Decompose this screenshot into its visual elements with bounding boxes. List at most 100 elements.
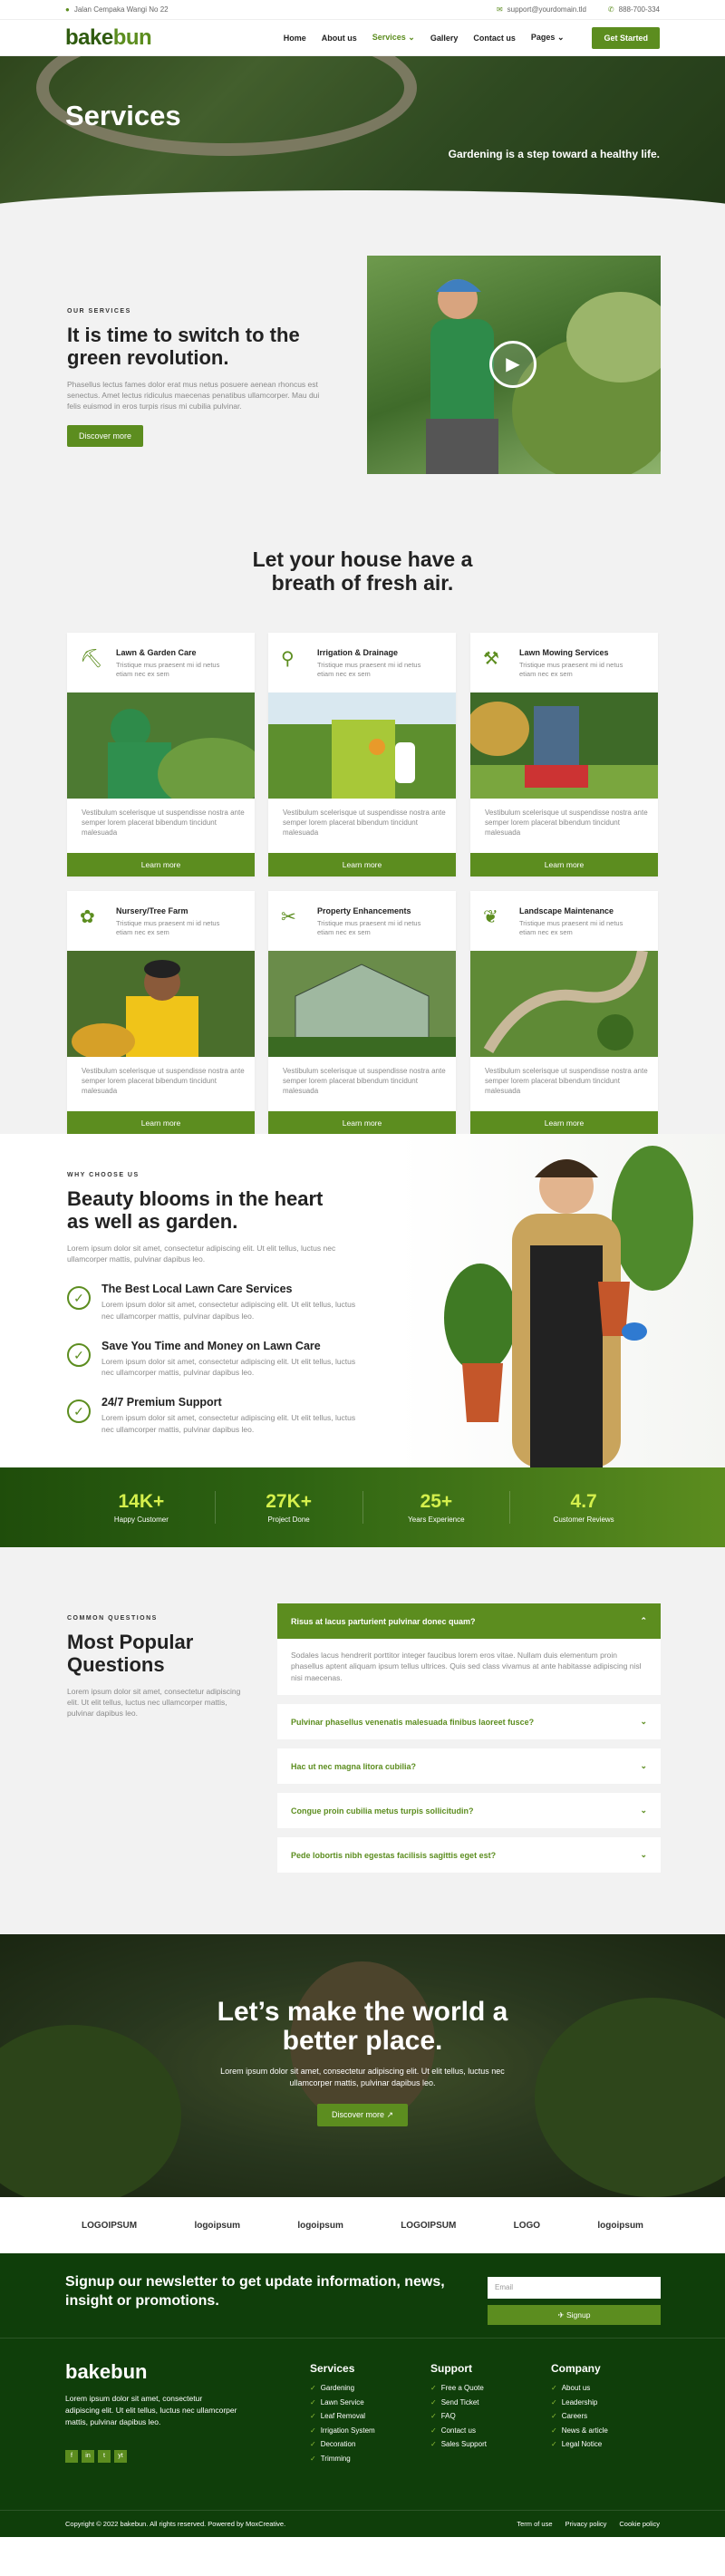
chevron-down-icon: ⌄ bbox=[640, 1806, 647, 1815]
why-choose-section: WHY CHOOSE US Beauty blooms in the heart… bbox=[0, 1134, 725, 1467]
service-card: ❦ Landscape Maintenance Tristique mus pr… bbox=[470, 891, 658, 1135]
newsletter-title: Signup our newsletter to get update info… bbox=[65, 2274, 445, 2309]
nav-home[interactable]: Home bbox=[284, 34, 306, 43]
footer-link[interactable]: Contact us bbox=[430, 2426, 487, 2435]
privacy-link[interactable]: Privacy policy bbox=[566, 2520, 607, 2528]
faq-question-open[interactable]: Risus at lacus parturient pulvinar donec… bbox=[277, 1603, 661, 1639]
service-desc: Vestibulum scelerisque ut suspendisse no… bbox=[283, 1067, 446, 1096]
email-input[interactable]: Email bbox=[488, 2277, 661, 2299]
footer-link[interactable]: Lawn Service bbox=[310, 2398, 375, 2407]
facebook-icon[interactable]: f bbox=[65, 2450, 78, 2463]
footer-link[interactable]: Leaf Removal bbox=[310, 2412, 375, 2420]
faq-title: Most Popular Questions bbox=[67, 1631, 194, 1677]
feature-item: ✓ Save You Time and Money on Lawn Care L… bbox=[67, 1340, 357, 1379]
footer-link[interactable]: Decoration bbox=[310, 2440, 375, 2448]
footer-link[interactable]: Irrigation System bbox=[310, 2426, 375, 2435]
service-image bbox=[470, 951, 658, 1057]
youtube-icon[interactable]: yt bbox=[114, 2450, 127, 2463]
copyright-text: Copyright © 2022 bakebun. All rights res… bbox=[65, 2520, 286, 2528]
phone-icon: ✆ bbox=[607, 5, 614, 14]
services-section: Let your house have a breath of fresh ai… bbox=[0, 499, 725, 1135]
faq-question[interactable]: Pulvinar phasellus venenatis malesuada f… bbox=[277, 1704, 661, 1739]
partner-logos: LOGOIPSUM logoipsum logoipsum LOGOIPSUM … bbox=[0, 2197, 725, 2253]
service-short: Tristique mus praesent mi id netus etiam… bbox=[519, 919, 624, 937]
signup-button[interactable]: ✈ Signup bbox=[488, 2305, 661, 2325]
service-card: ✂ Property Enhancements Tristique mus pr… bbox=[268, 891, 456, 1135]
learn-more-button[interactable]: Learn more bbox=[268, 1111, 456, 1135]
service-desc: Vestibulum scelerisque ut suspendisse no… bbox=[485, 1067, 648, 1096]
service-title: Irrigation & Drainage bbox=[317, 648, 399, 657]
intro-text: Phasellus lectus fames dolor erat mus ne… bbox=[67, 379, 320, 412]
twitter-icon[interactable]: t bbox=[98, 2450, 111, 2463]
hero-tagline: Gardening is a step toward a healthy lif… bbox=[448, 148, 660, 160]
seedling-icon: ✿ bbox=[80, 907, 95, 927]
faq-question[interactable]: Pede lobortis nibh egestas facilisis sag… bbox=[277, 1837, 661, 1873]
faq-question[interactable]: Hac ut nec magna litora cubilia? ⌄ bbox=[277, 1748, 661, 1784]
footer-link[interactable]: Send Ticket bbox=[430, 2398, 487, 2407]
footer: bakebun Lorem ipsum dolor sit amet, cons… bbox=[0, 2338, 725, 2510]
partner-logo: LOGOIPSUM bbox=[401, 2220, 457, 2231]
learn-more-button[interactable]: Learn more bbox=[67, 853, 255, 876]
gardener-video-thumbnail[interactable]: ▶ bbox=[367, 256, 661, 474]
footer-link[interactable]: Sales Support bbox=[430, 2440, 487, 2448]
location-icon: ● bbox=[65, 5, 70, 14]
footer-link[interactable]: About us bbox=[551, 2384, 608, 2392]
feature-text: Lorem ipsum dolor sit amet, consectetur … bbox=[102, 1300, 356, 1321]
chevron-down-icon: ⌄ bbox=[640, 1850, 647, 1859]
faq-question[interactable]: Congue proin cubilia metus turpis sollic… bbox=[277, 1793, 661, 1828]
footer-col-company: Company About us Leadership Careers News… bbox=[551, 2362, 608, 2455]
service-card: ⛏ Lawn & Garden Care Tristique mus praes… bbox=[67, 633, 255, 876]
nav-contact[interactable]: Contact us bbox=[473, 34, 516, 43]
footer-link[interactable]: Careers bbox=[551, 2412, 608, 2420]
logo[interactable]: bakebun bbox=[65, 25, 152, 51]
hero-overlay bbox=[0, 56, 725, 208]
copyright-bar: Copyright © 2022 bakebun. All rights res… bbox=[0, 2510, 725, 2537]
stat-item: 25+ Years Experience bbox=[363, 1491, 511, 1524]
faq-text: Lorem ipsum dolor sit amet, consectetur … bbox=[67, 1686, 241, 1719]
learn-more-button[interactable]: Learn more bbox=[470, 1111, 658, 1135]
cookie-link[interactable]: Cookie policy bbox=[619, 2520, 660, 2528]
footer-link[interactable]: Leadership bbox=[551, 2398, 608, 2407]
cta-discover-button[interactable]: Discover more ↗ bbox=[317, 2104, 408, 2126]
nav-services[interactable]: Services ⌄ bbox=[372, 33, 415, 43]
stat-item: 14K+ Happy Customer bbox=[68, 1491, 216, 1524]
email-link[interactable]: ✉ support@yourdomain.tld bbox=[497, 5, 586, 14]
shovel-icon: ⛏ bbox=[80, 649, 103, 669]
footer-link[interactable]: Trimming bbox=[310, 2455, 375, 2463]
nav-gallery[interactable]: Gallery bbox=[430, 34, 459, 43]
feature-item: ✓ 24/7 Premium Support Lorem ipsum dolor… bbox=[67, 1396, 357, 1435]
play-icon[interactable]: ▶ bbox=[489, 341, 536, 388]
learn-more-button[interactable]: Learn more bbox=[268, 853, 456, 876]
footer-link[interactable]: Legal Notice bbox=[551, 2440, 608, 2448]
nav-pages[interactable]: Pages ⌄ bbox=[531, 33, 565, 43]
get-started-button[interactable]: Get Started bbox=[592, 26, 660, 49]
service-short: Tristique mus praesent mi id netus etiam… bbox=[116, 661, 220, 679]
nav-about[interactable]: About us bbox=[322, 34, 357, 43]
footer-col-services: Services Gardening Lawn Service Leaf Rem… bbox=[310, 2362, 375, 2468]
newsletter: Signup our newsletter to get update info… bbox=[0, 2253, 725, 2338]
discover-more-button[interactable]: Discover more bbox=[67, 424, 144, 447]
phone-link[interactable]: ✆ 888-700-334 bbox=[608, 5, 660, 14]
footer-link[interactable]: News & article bbox=[551, 2426, 608, 2435]
learn-more-button[interactable]: Learn more bbox=[67, 1111, 255, 1135]
terms-link[interactable]: Term of use bbox=[517, 2520, 552, 2528]
footer-link[interactable]: Gardening bbox=[310, 2384, 375, 2392]
footer-link[interactable]: FAQ bbox=[430, 2412, 487, 2420]
footer-logo[interactable]: bakebun bbox=[65, 2360, 147, 2384]
stat-value: 25+ bbox=[420, 1491, 453, 1512]
page-title: Services bbox=[65, 100, 181, 131]
chevron-down-icon: ⌄ bbox=[640, 1761, 647, 1770]
stat-value: 14K+ bbox=[118, 1491, 165, 1512]
address: ● Jalan Cempaka Wangi No 22 bbox=[65, 5, 169, 14]
topbar: ● Jalan Cempaka Wangi No 22 ✉ support@your… bbox=[0, 0, 725, 20]
learn-more-button[interactable]: Learn more bbox=[470, 853, 658, 876]
instagram-icon[interactable]: in bbox=[82, 2450, 94, 2463]
stat-label: Years Experience bbox=[408, 1516, 465, 1524]
stat-item: 27K+ Project Done bbox=[216, 1491, 363, 1524]
feature-item: ✓ The Best Local Lawn Care Services Lore… bbox=[67, 1283, 357, 1322]
footer-link[interactable]: Free a Quote bbox=[430, 2384, 487, 2392]
partner-logo: logoipsum bbox=[597, 2220, 643, 2231]
stat-value: 27K+ bbox=[266, 1491, 313, 1512]
check-icon: ✓ bbox=[67, 1286, 91, 1311]
service-short: Tristique mus praesent mi id netus etiam… bbox=[317, 919, 421, 937]
